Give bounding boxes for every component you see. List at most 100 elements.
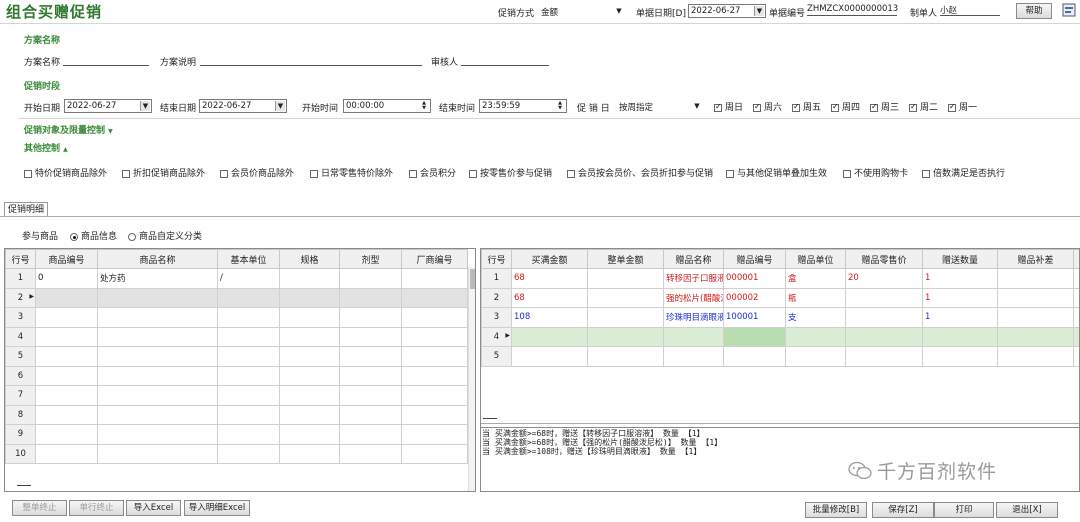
column-header[interactable]: 赠品名称 (663, 249, 724, 269)
column-header[interactable]: 厂商编号 (401, 249, 468, 269)
table-cell[interactable] (339, 443, 402, 464)
table-cell[interactable] (401, 326, 468, 347)
column-header[interactable]: 赠品单位 (785, 249, 846, 269)
table-cell[interactable] (587, 326, 664, 347)
table-cell[interactable] (401, 365, 468, 386)
table-cell[interactable] (339, 346, 402, 367)
table-cell[interactable] (35, 424, 98, 445)
table-row[interactable]: 6 (5, 365, 468, 386)
table-cell[interactable] (217, 326, 280, 347)
table-cell[interactable] (663, 346, 724, 367)
weekday-thu[interactable]: 周四 (831, 100, 860, 113)
spinner-icon[interactable]: ▲ ▼ (555, 101, 565, 111)
table-cell[interactable]: 68 (511, 268, 588, 289)
table-cell[interactable] (217, 424, 280, 445)
table-cell[interactable] (401, 385, 468, 406)
table-cell[interactable] (511, 346, 588, 367)
table-cell[interactable] (35, 443, 98, 464)
table-row[interactable]: 3 108 珍珠明目滴眼液 100001 支 1 (481, 307, 1079, 328)
option-discount-exclude[interactable]: 折扣促销商品除外 (122, 166, 205, 179)
table-row[interactable]: 7 (5, 385, 468, 406)
row-number-cell[interactable]: 4 (481, 326, 512, 347)
row-number-cell[interactable]: 5 (5, 346, 36, 367)
table-cell[interactable] (845, 287, 923, 308)
option-retail-price-promo[interactable]: 按零售价参与促销 (469, 166, 552, 179)
table-cell[interactable]: 瓶 (785, 287, 846, 308)
column-header[interactable]: 买满金额 (511, 249, 588, 269)
table-row[interactable]: 268 强的松片(醋酸泼尼松)000002瓶 1 (481, 287, 1079, 308)
table-row[interactable]: 5 (5, 346, 468, 367)
auditor-input[interactable] (461, 54, 549, 66)
table-cell[interactable] (279, 424, 340, 445)
table-cell[interactable] (401, 268, 468, 289)
column-header[interactable]: 商品编号 (35, 249, 98, 269)
table-row[interactable]: 5 (481, 346, 1079, 367)
table-cell[interactable] (217, 365, 280, 386)
table-cell[interactable] (401, 307, 468, 328)
table-cell[interactable] (279, 268, 340, 289)
row-number-cell[interactable]: 1 (5, 268, 36, 289)
table-cell[interactable] (279, 385, 340, 406)
table-row[interactable]: 1 0 处方药 / (5, 268, 468, 289)
table-cell[interactable]: 支 (785, 307, 846, 328)
table-cell[interactable] (723, 326, 786, 347)
column-header[interactable]: 商品名称 (97, 249, 218, 269)
table-row[interactable]: 9 (5, 424, 468, 445)
table-cell[interactable] (217, 385, 280, 406)
row-number-cell[interactable]: 7 (5, 385, 36, 406)
table-cell[interactable] (279, 307, 340, 328)
table-cell[interactable] (401, 424, 468, 445)
row-number-cell[interactable]: 9 (5, 424, 36, 445)
tab-promo-detail[interactable]: 促销明细 (4, 202, 48, 217)
table-cell[interactable] (723, 346, 786, 367)
settings-icon[interactable] (1062, 3, 1076, 17)
table-cell[interactable] (97, 385, 218, 406)
whole-stop-button[interactable]: 整单终止 (12, 500, 67, 516)
table-cell[interactable]: 000002 (723, 287, 786, 308)
plan-desc-input[interactable] (200, 54, 422, 66)
row-number-cell[interactable]: 3 (5, 307, 36, 328)
weekday-sun[interactable]: 周日 (714, 100, 743, 113)
column-header[interactable]: 行号 (5, 249, 36, 269)
row-number-cell[interactable]: 4 (5, 326, 36, 347)
scrollbar-thumb[interactable] (470, 269, 475, 289)
option-no-shopping-card[interactable]: 不使用购物卡 (843, 166, 908, 179)
table-cell[interactable] (401, 287, 468, 308)
help-button[interactable]: 帮助 (1016, 3, 1052, 19)
table-cell[interactable]: 处方药 (97, 268, 218, 289)
batch-edit-button[interactable]: 批量修改[B] (805, 502, 867, 518)
option-multiple-execute[interactable]: 倍数满足是否执行 (922, 166, 1005, 179)
column-header[interactable]: 都 (1073, 249, 1079, 269)
row-number-cell[interactable]: 2 (481, 287, 512, 308)
table-cell[interactable] (1073, 307, 1079, 328)
table-cell[interactable] (279, 404, 340, 425)
table-cell[interactable] (35, 365, 98, 386)
option-member-points[interactable]: 会员积分 (409, 166, 456, 179)
target-section-toggle[interactable]: 促销对象及限量控制 ▼ (24, 123, 113, 136)
column-header[interactable]: 整单金额 (587, 249, 664, 269)
table-cell[interactable]: 强的松片(醋酸泼尼松) (663, 287, 724, 308)
table-cell[interactable] (217, 287, 280, 308)
line-stop-button[interactable]: 单行终止 (69, 500, 124, 516)
table-cell[interactable]: 珍珠明目滴眼液 (663, 307, 724, 328)
table-row[interactable]: 2 (5, 287, 468, 308)
table-cell[interactable] (339, 268, 402, 289)
table-cell[interactable]: 盒 (785, 268, 846, 289)
table-cell[interactable] (97, 424, 218, 445)
save-button[interactable]: 保存[Z] (872, 502, 934, 518)
column-header[interactable]: 规格 (279, 249, 340, 269)
table-cell[interactable] (785, 326, 846, 347)
table-cell[interactable] (997, 268, 1074, 289)
table-row[interactable]: 8 (5, 404, 468, 425)
column-header[interactable]: 剂型 (339, 249, 402, 269)
table-cell[interactable] (35, 385, 98, 406)
table-row[interactable]: 3 (5, 307, 468, 328)
table-cell[interactable] (279, 326, 340, 347)
weekday-fri[interactable]: 周五 (792, 100, 821, 113)
weekday-wed[interactable]: 周三 (870, 100, 899, 113)
other-section-toggle[interactable]: 其他控制 ▲ (24, 141, 68, 154)
table-cell[interactable] (1073, 287, 1079, 308)
print-button[interactable]: 打印 (934, 502, 994, 518)
column-header[interactable]: 行号 (481, 249, 512, 269)
table-cell[interactable] (35, 346, 98, 367)
